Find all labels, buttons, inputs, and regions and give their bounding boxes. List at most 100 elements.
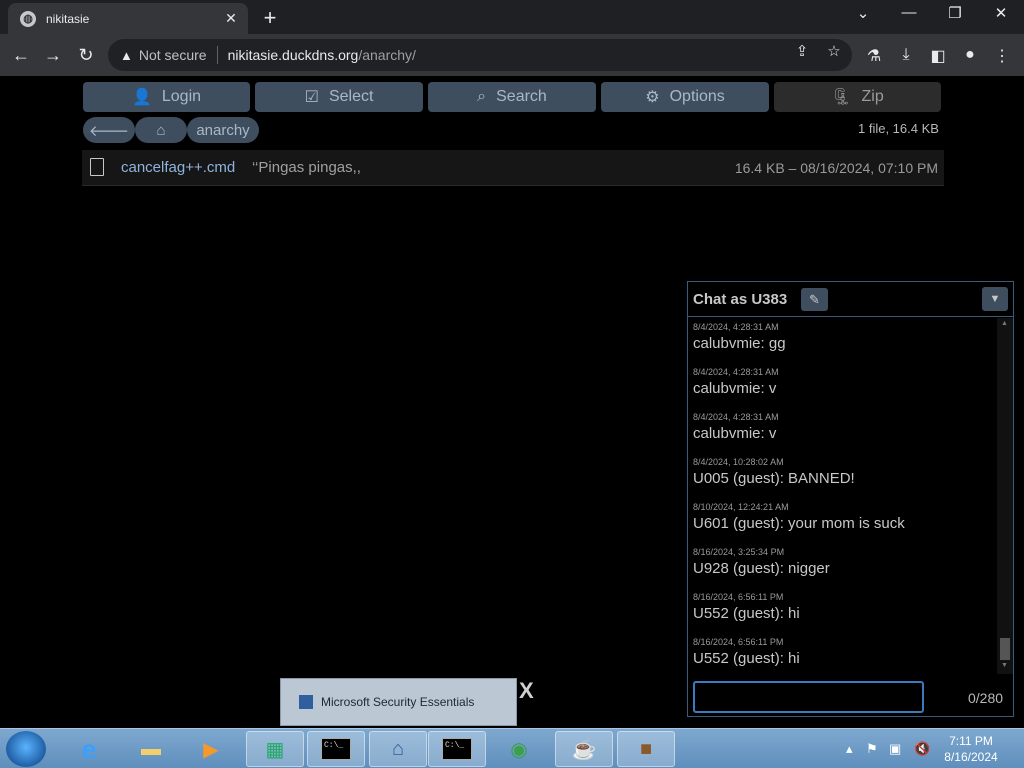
char-counter: 0/280 [968, 690, 1004, 706]
zip-button[interactable]: 🗜 Zip [774, 82, 941, 112]
file-count: 1 file, 16.4 KB [858, 121, 939, 136]
scroll-thumb[interactable] [1000, 638, 1010, 660]
message-text: U928 (guest): nigger [693, 560, 830, 577]
network-icon[interactable]: ▣ [889, 741, 901, 757]
breadcrumb-folder[interactable]: anarchy [187, 117, 259, 143]
breadcrumb-back[interactable]: 🡐 [83, 117, 135, 143]
restore-button[interactable]: ❐ [940, 4, 970, 22]
download-icon[interactable]: ⤓ [895, 46, 917, 64]
browser-tab-bar: ◍ nikitasie ✕ + ⌄ — ❐ ✕ [0, 0, 1024, 34]
chat-message: 8/16/2024, 3:25:34 PM U928 (guest): nigg… [693, 547, 993, 577]
file-row[interactable]: cancelfag++.cmd ‘‘Pingas pingas,, 16.4 K… [82, 150, 944, 186]
chat-message: 8/4/2024, 4:28:31 AM calubvmie: gg [693, 322, 993, 352]
menu-icon[interactable]: ⋮ [991, 46, 1013, 66]
volume-muted-icon[interactable]: 🔇 [914, 741, 930, 757]
message-time: 8/4/2024, 10:28:02 AM [693, 457, 784, 467]
message-text: U601 (guest): your mom is suck [693, 515, 905, 532]
message-text: U552 (guest): hi [693, 650, 800, 667]
start-button[interactable] [6, 731, 46, 767]
internet-explorer-icon[interactable]: e [60, 731, 118, 767]
chevron-down-icon: ▼ [989, 293, 1001, 305]
edit-name-button[interactable]: ✎ [801, 288, 828, 311]
clock[interactable]: 7:11 PM 8/16/2024 [936, 733, 1006, 765]
labs-icon[interactable]: ⚗ [863, 46, 885, 66]
message-time: 8/16/2024, 6:56:11 PM [693, 592, 784, 602]
message-time: 8/16/2024, 3:25:34 PM [693, 547, 785, 557]
chat-message: 8/16/2024, 6:56:11 PM U552 (guest): hi [693, 637, 993, 667]
minecraft-icon[interactable]: ■ [617, 731, 675, 767]
login-button[interactable]: 👤 Login [83, 82, 250, 112]
scroll-up-icon[interactable]: ▲ [1001, 320, 1008, 327]
user-icon: 👤 [131, 89, 152, 106]
tab-close-icon[interactable]: ✕ [222, 10, 240, 27]
checkbox-icon: ☑ [304, 89, 319, 106]
chat-scrollbar[interactable]: ▲ ▼ [997, 318, 1013, 674]
omnibox-divider [216, 46, 218, 64]
chat-message: 8/4/2024, 4:28:31 AM calubvmie: v [693, 367, 993, 397]
chat-collapse-button[interactable]: ▼ [982, 287, 1008, 311]
chrome-icon[interactable]: ◉ [490, 731, 548, 767]
file-description: ‘‘Pingas pingas,, [252, 159, 361, 176]
profile-icon[interactable]: ● [959, 46, 981, 64]
folder-icon[interactable]: ▬ [122, 731, 180, 767]
arrow-left-icon: 🡐 [88, 122, 130, 140]
page-content: 👤 Login ☑ Select ⌕ Search ⚙ Options 🗜 Zi… [0, 76, 1024, 728]
new-tab-button[interactable]: + [258, 5, 282, 31]
reload-button[interactable]: ↻ [73, 43, 99, 67]
file-name-link[interactable]: cancelfag++.cmd [121, 159, 235, 176]
command-prompt-icon-2[interactable]: C:\_ [428, 731, 486, 767]
security-essentials-taskbar-icon[interactable]: ⌂ [369, 731, 427, 767]
zip-label: Zip [861, 88, 884, 105]
tray-expand-icon[interactable]: ▴ [846, 741, 853, 757]
options-label: Options [669, 88, 725, 105]
security-essentials-popup[interactable]: Microsoft Security Essentials [280, 678, 517, 726]
chat-message: 8/4/2024, 10:28:02 AM U005 (guest): BANN… [693, 457, 993, 487]
warning-icon[interactable]: ▲ [120, 48, 133, 63]
chat-message: 8/16/2024, 6:56:11 PM U552 (guest): hi [693, 592, 993, 622]
minimize-button[interactable]: — [894, 4, 924, 21]
url-path[interactable]: /anarchy/ [358, 47, 416, 63]
url-host[interactable]: nikitasie.duckdns.org [228, 47, 359, 63]
side-panel-icon[interactable]: ◧ [927, 46, 949, 66]
tab-title: nikitasie [46, 11, 90, 26]
chat-messages: 8/4/2024, 4:28:31 AM calubvmie: gg 8/4/2… [688, 318, 997, 674]
back-button[interactable]: ← [8, 43, 34, 67]
popup-close-button[interactable]: X [519, 678, 534, 704]
chat-input[interactable] [693, 681, 924, 713]
scroll-down-icon[interactable]: ▼ [1001, 662, 1008, 669]
java-icon[interactable]: ☕ [555, 731, 613, 767]
media-player-icon[interactable]: ▶ [182, 731, 240, 767]
share-icon[interactable]: ⇪ [792, 42, 812, 60]
globe-icon: ◍ [20, 10, 36, 27]
forward-button[interactable]: → [40, 43, 66, 67]
task-manager-icon[interactable]: ▦ [246, 731, 304, 767]
popup-title: Microsoft Security Essentials [321, 695, 475, 709]
address-bar[interactable]: ▲ Not secure nikitasie.duckdns.org/anarc… [108, 39, 852, 71]
browser-toolbar: ← → ↻ ▲ Not secure nikitasie.duckdns.org… [0, 34, 1024, 76]
message-text: calubvmie: gg [693, 335, 786, 352]
message-time: 8/4/2024, 4:28:31 AM [693, 412, 779, 422]
message-time: 8/16/2024, 6:56:11 PM [693, 637, 784, 647]
pencil-icon: ✎ [809, 292, 820, 307]
breadcrumb-home[interactable]: ⌂ [135, 117, 187, 143]
search-label: Search [496, 88, 547, 105]
tab-search-button[interactable]: ⌄ [848, 4, 878, 22]
clock-time: 7:11 PM [949, 734, 993, 748]
home-icon: ⌂ [156, 121, 166, 139]
options-button[interactable]: ⚙ Options [601, 82, 769, 112]
select-button[interactable]: ☑ Select [255, 82, 423, 112]
message-time: 8/4/2024, 4:28:31 AM [693, 322, 779, 332]
window-close-button[interactable]: ✕ [986, 4, 1016, 22]
flag-icon[interactable]: ⚑ [866, 741, 878, 757]
message-text: U552 (guest): hi [693, 605, 800, 622]
security-label[interactable]: Not secure [139, 47, 207, 63]
select-label: Select [328, 88, 374, 105]
browser-tab[interactable]: ◍ nikitasie ✕ [8, 3, 248, 34]
file-icon [90, 158, 104, 176]
chat-message: 8/10/2024, 12:24:21 AM U601 (guest): you… [693, 502, 993, 532]
security-essentials-icon [299, 695, 313, 709]
star-icon[interactable]: ☆ [824, 42, 844, 60]
search-button[interactable]: ⌕ Search [428, 82, 596, 112]
taskbar: e ▬ ▶ ▦ C:\_ ⌂ C:\_ ◉ ☕ ■ ▴ ⚑ ▣ 🔇 7:11 P… [0, 728, 1024, 768]
command-prompt-icon[interactable]: C:\_ [307, 731, 365, 767]
